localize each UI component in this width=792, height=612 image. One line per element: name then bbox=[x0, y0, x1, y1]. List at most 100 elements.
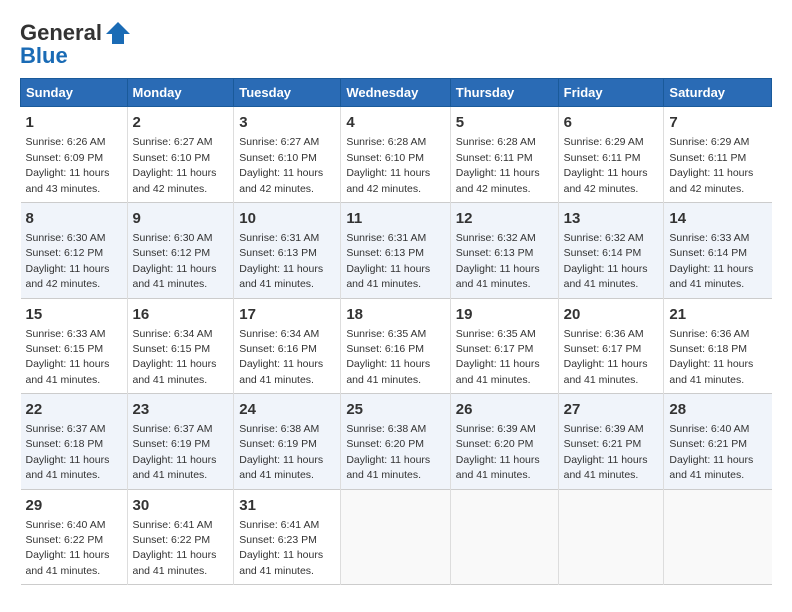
day-number: 24 bbox=[239, 399, 335, 420]
day-info: Sunrise: 6:32 AMSunset: 6:14 PMDaylight:… bbox=[564, 232, 648, 290]
day-info: Sunrise: 6:31 AMSunset: 6:13 PMDaylight:… bbox=[239, 232, 323, 290]
day-info: Sunrise: 6:34 AMSunset: 6:16 PMDaylight:… bbox=[239, 328, 323, 386]
calendar-cell: 21Sunrise: 6:36 AMSunset: 6:18 PMDayligh… bbox=[664, 298, 772, 394]
day-number: 4 bbox=[346, 112, 444, 133]
calendar-cell: 13 Sunrise: 6:32 AMSunset: 6:14 PMDayligh… bbox=[558, 202, 664, 298]
day-info: Sunrise: 6:32 AMSunset: 6:13 PMDaylight:… bbox=[456, 232, 540, 290]
weekday-header-sunday: Sunday bbox=[21, 79, 128, 107]
calendar-cell: 4 Sunrise: 6:28 AMSunset: 6:10 PMDaylight… bbox=[341, 107, 450, 203]
day-info: Sunrise: 6:38 AMSunset: 6:20 PMDaylight:… bbox=[346, 423, 430, 481]
week-row-1: 1 Sunrise: 6:26 AMSunset: 6:09 PMDaylight… bbox=[21, 107, 772, 203]
calendar-cell: 8 Sunrise: 6:30 AMSunset: 6:12 PMDaylight… bbox=[21, 202, 128, 298]
day-info: Sunrise: 6:37 AMSunset: 6:18 PMDaylight:… bbox=[26, 423, 110, 481]
day-info: Sunrise: 6:35 AMSunset: 6:17 PMDaylight:… bbox=[456, 328, 540, 386]
weekday-header-tuesday: Tuesday bbox=[234, 79, 341, 107]
week-row-2: 8 Sunrise: 6:30 AMSunset: 6:12 PMDaylight… bbox=[21, 202, 772, 298]
day-number: 14 bbox=[669, 208, 766, 229]
day-number: 30 bbox=[133, 495, 229, 516]
weekday-header-wednesday: Wednesday bbox=[341, 79, 450, 107]
day-number: 12 bbox=[456, 208, 553, 229]
day-info: Sunrise: 6:36 AMSunset: 6:18 PMDaylight:… bbox=[669, 328, 753, 386]
day-info: Sunrise: 6:40 AMSunset: 6:21 PMDaylight:… bbox=[669, 423, 753, 481]
calendar-cell: 24 Sunrise: 6:38 AMSunset: 6:19 PMDayligh… bbox=[234, 394, 341, 490]
day-info: Sunrise: 6:26 AMSunset: 6:09 PMDaylight:… bbox=[26, 136, 110, 194]
day-info: Sunrise: 6:38 AMSunset: 6:19 PMDaylight:… bbox=[239, 423, 323, 481]
weekday-header-row: SundayMondayTuesdayWednesdayThursdayFrid… bbox=[21, 79, 772, 107]
calendar-cell: 1 Sunrise: 6:26 AMSunset: 6:09 PMDaylight… bbox=[21, 107, 128, 203]
calendar-cell: 11Sunrise: 6:31 AMSunset: 6:13 PMDayligh… bbox=[341, 202, 450, 298]
logo-icon bbox=[104, 20, 132, 48]
logo: General Blue bbox=[20, 20, 132, 68]
calendar-cell: 9 Sunrise: 6:30 AMSunset: 6:12 PMDaylight… bbox=[127, 202, 234, 298]
day-number: 8 bbox=[26, 208, 122, 229]
day-info: Sunrise: 6:29 AMSunset: 6:11 PMDaylight:… bbox=[669, 136, 753, 194]
day-number: 19 bbox=[456, 304, 553, 325]
day-number: 5 bbox=[456, 112, 553, 133]
day-info: Sunrise: 6:35 AMSunset: 6:16 PMDaylight:… bbox=[346, 328, 430, 386]
day-number: 9 bbox=[133, 208, 229, 229]
day-number: 15 bbox=[26, 304, 122, 325]
week-row-4: 22 Sunrise: 6:37 AMSunset: 6:18 PMDayligh… bbox=[21, 394, 772, 490]
day-info: Sunrise: 6:28 AMSunset: 6:10 PMDaylight:… bbox=[346, 136, 430, 194]
calendar-cell: 15 Sunrise: 6:33 AMSunset: 6:15 PMDayligh… bbox=[21, 298, 128, 394]
day-number: 6 bbox=[564, 112, 659, 133]
day-number: 18 bbox=[346, 304, 444, 325]
day-number: 10 bbox=[239, 208, 335, 229]
day-info: Sunrise: 6:40 AMSunset: 6:22 PMDaylight:… bbox=[26, 519, 110, 577]
calendar-cell: 19 Sunrise: 6:35 AMSunset: 6:17 PMDayligh… bbox=[450, 298, 558, 394]
calendar-cell: 28 Sunrise: 6:40 AMSunset: 6:21 PMDayligh… bbox=[664, 394, 772, 490]
day-number: 17 bbox=[239, 304, 335, 325]
calendar-cell: 3 Sunrise: 6:27 AMSunset: 6:10 PMDaylight… bbox=[234, 107, 341, 203]
calendar-cell: 30Sunrise: 6:41 AMSunset: 6:22 PMDayligh… bbox=[127, 489, 234, 585]
day-info: Sunrise: 6:30 AMSunset: 6:12 PMDaylight:… bbox=[133, 232, 217, 290]
day-number: 13 bbox=[564, 208, 659, 229]
day-info: Sunrise: 6:41 AMSunset: 6:23 PMDaylight:… bbox=[239, 519, 323, 577]
day-number: 25 bbox=[346, 399, 444, 420]
day-info: Sunrise: 6:37 AMSunset: 6:19 PMDaylight:… bbox=[133, 423, 217, 481]
calendar-cell: 12 Sunrise: 6:32 AMSunset: 6:13 PMDayligh… bbox=[450, 202, 558, 298]
calendar-cell: 10 Sunrise: 6:31 AMSunset: 6:13 PMDayligh… bbox=[234, 202, 341, 298]
calendar-cell: 17 Sunrise: 6:34 AMSunset: 6:16 PMDayligh… bbox=[234, 298, 341, 394]
day-number: 16 bbox=[133, 304, 229, 325]
day-number: 28 bbox=[669, 399, 766, 420]
page-header: General Blue bbox=[20, 20, 772, 68]
calendar-cell bbox=[450, 489, 558, 585]
day-info: Sunrise: 6:27 AMSunset: 6:10 PMDaylight:… bbox=[133, 136, 217, 194]
day-info: Sunrise: 6:39 AMSunset: 6:20 PMDaylight:… bbox=[456, 423, 540, 481]
weekday-header-friday: Friday bbox=[558, 79, 664, 107]
calendar-cell bbox=[664, 489, 772, 585]
calendar-cell: 14 Sunrise: 6:33 AMSunset: 6:14 PMDayligh… bbox=[664, 202, 772, 298]
day-number: 1 bbox=[26, 112, 122, 133]
day-number: 29 bbox=[26, 495, 122, 516]
day-info: Sunrise: 6:36 AMSunset: 6:17 PMDaylight:… bbox=[564, 328, 648, 386]
calendar-cell: 5Sunrise: 6:28 AMSunset: 6:11 PMDaylight… bbox=[450, 107, 558, 203]
week-row-5: 29 Sunrise: 6:40 AMSunset: 6:22 PMDayligh… bbox=[21, 489, 772, 585]
day-info: Sunrise: 6:31 AMSunset: 6:13 PMDaylight:… bbox=[346, 232, 430, 290]
calendar-cell: 16 Sunrise: 6:34 AMSunset: 6:15 PMDayligh… bbox=[127, 298, 234, 394]
day-number: 20 bbox=[564, 304, 659, 325]
calendar-cell: 20 Sunrise: 6:36 AMSunset: 6:17 PMDayligh… bbox=[558, 298, 664, 394]
calendar-cell: 22 Sunrise: 6:37 AMSunset: 6:18 PMDayligh… bbox=[21, 394, 128, 490]
weekday-header-thursday: Thursday bbox=[450, 79, 558, 107]
weekday-header-saturday: Saturday bbox=[664, 79, 772, 107]
calendar-cell: 31 Sunrise: 6:41 AMSunset: 6:23 PMDayligh… bbox=[234, 489, 341, 585]
calendar-cell: 23 Sunrise: 6:37 AMSunset: 6:19 PMDayligh… bbox=[127, 394, 234, 490]
calendar-table: SundayMondayTuesdayWednesdayThursdayFrid… bbox=[20, 78, 772, 585]
day-number: 22 bbox=[26, 399, 122, 420]
day-info: Sunrise: 6:39 AMSunset: 6:21 PMDaylight:… bbox=[564, 423, 648, 481]
day-info: Sunrise: 6:30 AMSunset: 6:12 PMDaylight:… bbox=[26, 232, 110, 290]
day-info: Sunrise: 6:34 AMSunset: 6:15 PMDaylight:… bbox=[133, 328, 217, 386]
calendar-cell: 26 Sunrise: 6:39 AMSunset: 6:20 PMDayligh… bbox=[450, 394, 558, 490]
day-number: 31 bbox=[239, 495, 335, 516]
day-info: Sunrise: 6:27 AMSunset: 6:10 PMDaylight:… bbox=[239, 136, 323, 194]
day-number: 23 bbox=[133, 399, 229, 420]
calendar-cell: 25 Sunrise: 6:38 AMSunset: 6:20 PMDayligh… bbox=[341, 394, 450, 490]
day-info: Sunrise: 6:29 AMSunset: 6:11 PMDaylight:… bbox=[564, 136, 648, 194]
calendar-cell bbox=[558, 489, 664, 585]
day-number: 26 bbox=[456, 399, 553, 420]
day-info: Sunrise: 6:33 AMSunset: 6:15 PMDaylight:… bbox=[26, 328, 110, 386]
weekday-header-monday: Monday bbox=[127, 79, 234, 107]
day-number: 3 bbox=[239, 112, 335, 133]
day-info: Sunrise: 6:33 AMSunset: 6:14 PMDaylight:… bbox=[669, 232, 753, 290]
calendar-cell: 18 Sunrise: 6:35 AMSunset: 6:16 PMDayligh… bbox=[341, 298, 450, 394]
